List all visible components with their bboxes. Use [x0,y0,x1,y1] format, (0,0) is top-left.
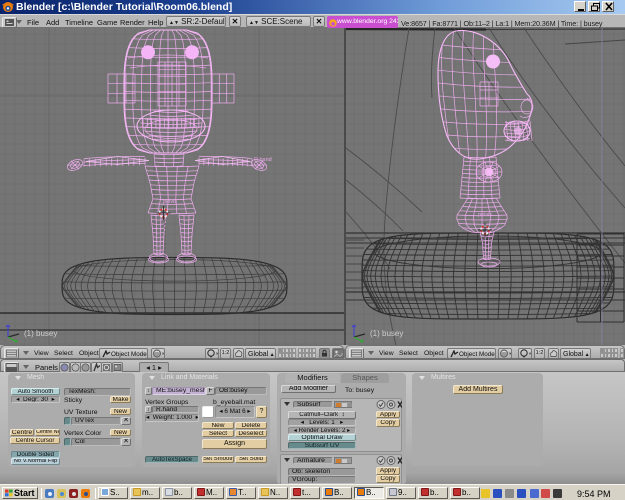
svg-text:pelvis: pelvis [163,199,177,205]
svg-text:(1) busey: (1) busey [370,329,403,338]
svg-text:R.hand: R.hand [254,157,272,163]
svg-text:pelvis: pelvis [478,212,492,218]
svg-text:(1) busey: (1) busey [24,329,57,338]
